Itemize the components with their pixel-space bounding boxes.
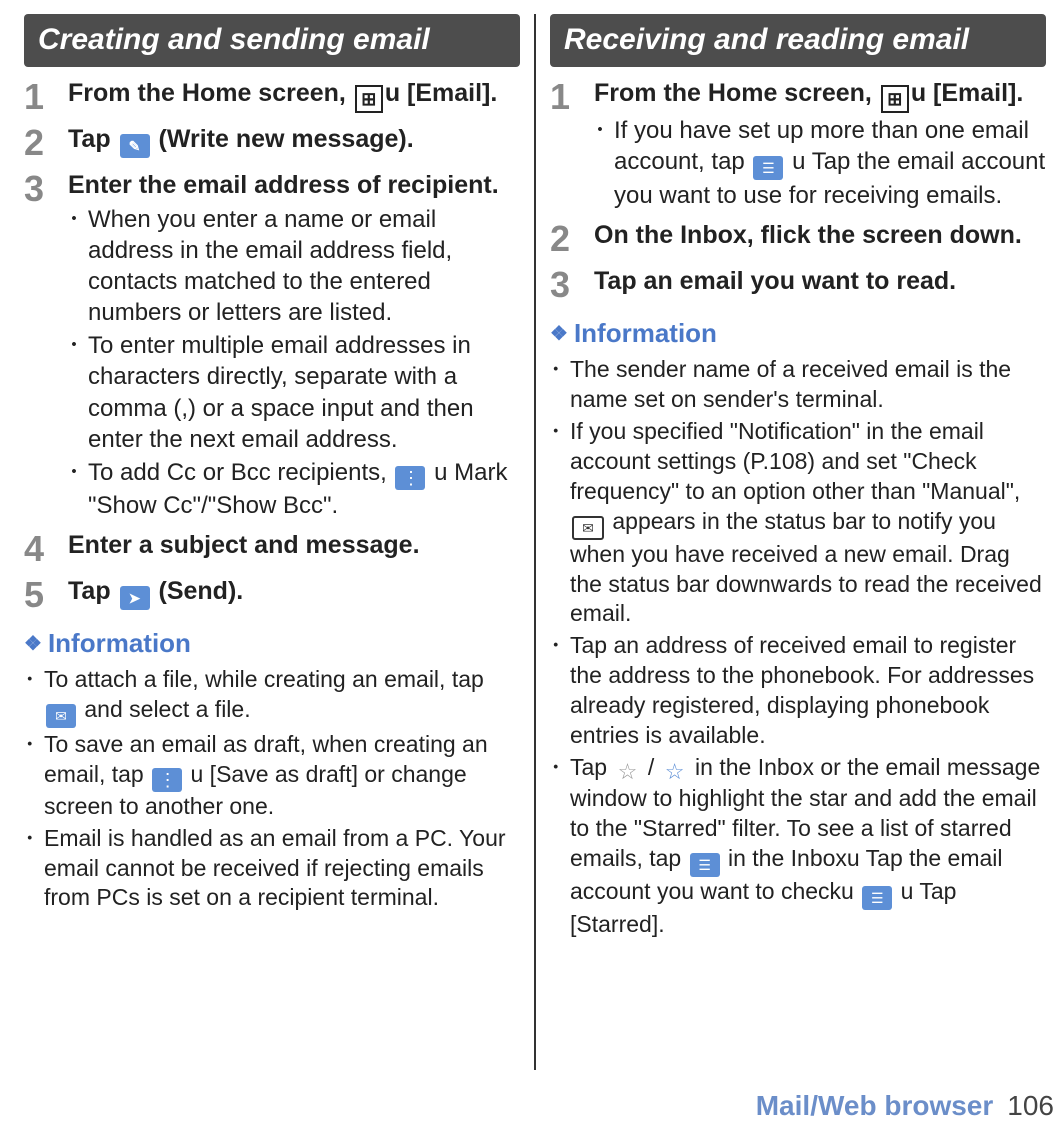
info-item: ･ Email is handled as an email from a PC… [24, 824, 520, 914]
diamond-icon: ❖ [24, 631, 42, 657]
step: 2 Tap ✎ (Write new message). [24, 123, 520, 161]
bullet: ･ [68, 457, 88, 521]
step: 5 Tap ➤ (Send). [24, 575, 520, 613]
step-number: 4 [24, 529, 68, 567]
compose-icon: ✎ [120, 134, 150, 158]
bullet: ･ [24, 665, 44, 728]
info-item: ･ Tap an address of received email to re… [550, 631, 1046, 751]
info-item: ･ To save an email as draft, when creati… [24, 730, 520, 822]
step-number: 3 [550, 265, 594, 303]
hamburger-menu-icon: ☰ [690, 853, 720, 877]
page-content: Creating and sending email 1 From the Ho… [0, 0, 1064, 1070]
step-title: Tap ➤ (Send). [68, 577, 243, 605]
step: 4 Enter a subject and message. [24, 529, 520, 567]
information-heading: ❖ Information [24, 627, 520, 661]
step: 1 From the Home screen, ⊞u [Email]. [24, 77, 520, 115]
step-title: Tap ✎ (Write new message). [68, 125, 414, 153]
step: 3 Enter the email address of recipient. … [24, 169, 520, 521]
information-heading: ❖ Information [550, 317, 1046, 351]
bullet: ･ [594, 115, 614, 211]
bullet: ･ [550, 753, 570, 940]
step-title: Tap an email you want to read. [594, 265, 1046, 298]
sub-item: ･ If you have set up more than one email… [594, 115, 1046, 211]
bullet: ･ [68, 204, 88, 329]
bullet: ･ [550, 631, 570, 751]
sub-item: ･ When you enter a name or email address… [68, 204, 520, 329]
star-icon: ☆ [663, 760, 687, 784]
send-icon: ➤ [120, 586, 150, 610]
bullet: ･ [550, 355, 570, 415]
hamburger-menu-icon: ☰ [862, 886, 892, 910]
star-outline-icon: ☆ [615, 760, 639, 784]
sub-item: ･ To add Cc or Bcc recipients, ⋮ u Mark … [68, 457, 520, 521]
diamond-icon: ❖ [550, 321, 568, 347]
info-item: ･ The sender name of a received email is… [550, 355, 1046, 415]
bullet: ･ [550, 417, 570, 629]
column-divider [534, 14, 536, 1070]
overflow-menu-icon: ⋮ [395, 466, 425, 490]
page-footer: Mail/Web browser 106 [0, 1074, 1064, 1130]
step-title: On the Inbox, flick the screen down. [594, 219, 1046, 252]
footer-section-label: Mail/Web browser [756, 1088, 994, 1124]
section-header-left: Creating and sending email [24, 14, 520, 67]
step-title: Enter the email address of recipient. [68, 169, 520, 202]
step-title: From the Home screen, ⊞u [Email]. [68, 79, 497, 107]
step: 2 On the Inbox, flick the screen down. [550, 219, 1046, 257]
left-column: Creating and sending email 1 From the Ho… [14, 14, 530, 1070]
step-title: Enter a subject and message. [68, 529, 520, 562]
overflow-menu-icon: ⋮ [152, 768, 182, 792]
page-number: 106 [1007, 1088, 1054, 1124]
info-item: ･ To attach a file, while creating an em… [24, 665, 520, 728]
section-header-right: Receiving and reading email [550, 14, 1046, 67]
info-item: ･ If you specified "Notification" in the… [550, 417, 1046, 629]
hamburger-menu-icon: ☰ [753, 156, 783, 180]
step: 3 Tap an email you want to read. [550, 265, 1046, 303]
right-column: Receiving and reading email 1 From the H… [540, 14, 1056, 1070]
step-number: 1 [550, 77, 594, 211]
sub-item: ･ To enter multiple email addresses in c… [68, 330, 520, 455]
attach-icon: ✉ [46, 704, 76, 728]
step-number: 2 [24, 123, 68, 161]
bullet: ･ [24, 824, 44, 914]
step-number: 5 [24, 575, 68, 613]
step-number: 3 [24, 169, 68, 521]
step-number: 1 [24, 77, 68, 115]
bullet: ･ [68, 330, 88, 455]
info-item: ･ Tap ☆ / ☆ in the Inbox or the email me… [550, 753, 1046, 940]
envelope-icon: ✉ [572, 516, 604, 540]
step: 1 From the Home screen, ⊞u [Email]. ･ If… [550, 77, 1046, 211]
step-title: From the Home screen, ⊞u [Email]. [594, 77, 1046, 113]
bullet: ･ [24, 730, 44, 822]
apps-grid-icon: ⊞ [355, 85, 383, 113]
apps-grid-icon: ⊞ [881, 85, 909, 113]
step-number: 2 [550, 219, 594, 257]
